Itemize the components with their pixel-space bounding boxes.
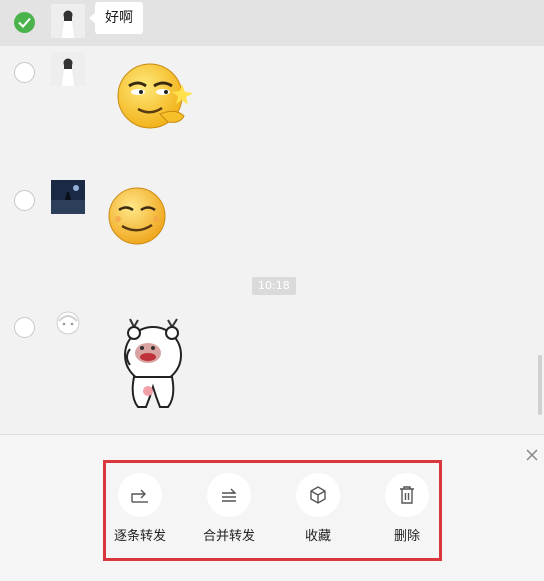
checkmark-icon	[18, 17, 31, 28]
select-checkbox[interactable]	[14, 190, 35, 211]
select-checkbox[interactable]	[14, 62, 35, 83]
message-row[interactable]: 好啊	[0, 0, 544, 46]
select-checkbox-checked[interactable]	[14, 12, 35, 33]
action-label: 逐条转发	[113, 529, 166, 544]
message-row[interactable]	[0, 305, 544, 415]
trash-icon	[400, 486, 414, 504]
action-label: 收藏	[304, 529, 331, 544]
favorite-box-icon	[310, 486, 326, 504]
message-row[interactable]	[0, 175, 544, 255]
delete-button[interactable]: 删除	[369, 473, 445, 544]
avatar[interactable]	[51, 4, 85, 38]
avatar[interactable]	[51, 52, 85, 86]
bear-sticker[interactable]	[120, 317, 190, 417]
forward-icon	[131, 489, 148, 503]
avatar[interactable]	[51, 307, 85, 341]
grin-emoji-sticker[interactable]	[106, 183, 168, 249]
merge-forward-button[interactable]: 合并转发	[191, 473, 267, 544]
multi-select-toolbar: 逐条转发 合并转发 收藏 删除	[0, 434, 544, 581]
chat-panel: 好啊 10:18	[0, 0, 544, 434]
timestamp: 10:18	[252, 277, 296, 295]
select-checkbox[interactable]	[14, 317, 35, 338]
action-label: 合并转发	[202, 529, 255, 544]
close-icon[interactable]	[522, 445, 542, 465]
scrollbar[interactable]	[538, 355, 542, 415]
action-label: 删除	[393, 529, 420, 544]
message-text: 好啊	[105, 10, 133, 26]
merge-forward-icon	[222, 488, 237, 502]
forward-one-by-one-button[interactable]: 逐条转发	[102, 473, 178, 544]
smirk-emoji-sticker[interactable]	[112, 56, 196, 140]
message-row[interactable]	[0, 46, 544, 146]
message-bubble[interactable]: 好啊	[89, 2, 143, 34]
favorite-button[interactable]: 收藏	[280, 473, 356, 544]
avatar[interactable]	[51, 180, 85, 214]
